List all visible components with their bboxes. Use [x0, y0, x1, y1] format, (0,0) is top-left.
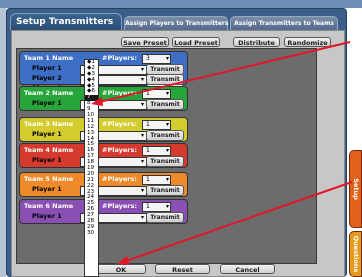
- team-name[interactable]: Team 6 Name: [24, 202, 73, 210]
- chevron-down-icon: ▾: [165, 90, 169, 97]
- players-count-value: 1: [146, 176, 150, 183]
- players-count-value: 1: [146, 121, 150, 128]
- team-name[interactable]: Team 2 Name: [24, 89, 73, 97]
- players-count-label: #Players:: [102, 146, 137, 154]
- transmit-button[interactable]: Transmit: [146, 156, 184, 167]
- transmit-button[interactable]: Transmit: [146, 185, 184, 196]
- team-panel: Team 2 Name #Players: 1 ▾ Player 1 ▾ Transmit: [19, 86, 188, 111]
- players-count-select[interactable]: 1 ▾: [142, 146, 171, 156]
- sidetab-setup[interactable]: Setup: [349, 150, 362, 228]
- chevron-down-icon: ▾: [140, 101, 144, 108]
- player-row: Player 1 ▾ Transmit: [22, 156, 184, 167]
- player-row: Player 1 ▾ Transmit: [22, 212, 184, 223]
- player-label: Player 2: [32, 74, 62, 82]
- player-label: Player 1: [32, 212, 62, 220]
- sidetab-setup-label: Setup: [351, 178, 360, 200]
- window-title-bar: [0, 0, 362, 8]
- players-count-label: #Players:: [102, 89, 137, 97]
- save-preset-button[interactable]: Save Preset: [121, 37, 169, 47]
- team-panel: Team 1 Name #Players: 3 ▾ Player 1 ▾ Transmit P…: [19, 51, 188, 95]
- players-count-value: 1: [146, 203, 150, 210]
- players-count-value: 1: [146, 147, 150, 154]
- chevron-down-icon: ▾: [140, 76, 144, 83]
- ok-button[interactable]: OK: [96, 264, 146, 274]
- player-row: Player 1 ▾ Transmit: [22, 185, 184, 196]
- players-count-select[interactable]: 1 ▾: [142, 89, 171, 99]
- team-panel: Team 3 Name #Players: 1 ▾ Player 1 ▾ Transmit: [19, 117, 188, 142]
- transmit-button[interactable]: Transmit: [146, 212, 184, 223]
- players-count-label: #Players:: [102, 175, 137, 183]
- players-count-select[interactable]: 1 ▾: [142, 202, 171, 212]
- player-row: Player 1 ▾ Transmit: [22, 99, 184, 110]
- chevron-down-icon: ▾: [140, 158, 144, 165]
- team-name[interactable]: Team 1 Name: [24, 54, 73, 62]
- players-count-select[interactable]: 1 ▾: [142, 120, 171, 130]
- players-count-value: 1: [146, 90, 150, 97]
- distribute-button[interactable]: Distribute: [233, 37, 280, 47]
- player-label: Player 1: [32, 130, 62, 138]
- cancel-button[interactable]: Cancel: [220, 264, 275, 274]
- team-name[interactable]: Team 4 Name: [24, 146, 73, 154]
- dropdown-option[interactable]: 30: [85, 229, 98, 237]
- player-label: Player 1: [32, 156, 62, 164]
- dialog-title-tab[interactable]: Setup Transmitters: [10, 13, 122, 30]
- players-count-label: #Players:: [102, 54, 137, 62]
- player-row: Player 1 ▾ Transmit: [22, 64, 184, 75]
- chevron-down-icon: ▾: [140, 66, 144, 73]
- transmit-button[interactable]: Transmit: [146, 130, 184, 141]
- team-name[interactable]: Team 5 Name: [24, 175, 73, 183]
- load-preset-button[interactable]: Load Preset: [172, 37, 220, 47]
- players-count-label: #Players:: [102, 120, 137, 128]
- chevron-down-icon: ▾: [165, 147, 169, 154]
- players-count-label: #Players:: [102, 202, 137, 210]
- team-panel: Team 5 Name #Players: 1 ▾ Player 1 ▾ Transmit: [19, 172, 188, 197]
- randomize-button[interactable]: Randomize: [284, 37, 331, 47]
- players-count-select[interactable]: 3 ▾: [142, 54, 171, 64]
- dropdown-option-label: 6: [91, 88, 95, 95]
- player-label: Player 1: [32, 185, 62, 193]
- chevron-down-icon: ▾: [165, 55, 169, 62]
- player-label: Player 1: [32, 99, 62, 107]
- sidetab-questions-label: Questions: [351, 235, 360, 273]
- chevron-down-icon: ▾: [165, 121, 169, 128]
- chevron-down-icon: ▾: [140, 214, 144, 221]
- chevron-down-icon: ▾: [140, 132, 144, 139]
- reset-button[interactable]: Reset: [155, 264, 210, 274]
- teams-list: Team 1 Name #Players: 3 ▾ Player 1 ▾ Transmit P…: [16, 48, 317, 264]
- players-count-value: 3: [146, 55, 150, 62]
- players-count-dropdown-list[interactable]: ◆1 ◆2 ◆3 ◆4 ◆5 ◆6 7 8 9 10 11 12 13 14 15 16 17 18 19 20 21 2…: [84, 59, 99, 277]
- player-row: Player 2 ▾ Transmit: [22, 74, 184, 85]
- chevron-down-icon: ▾: [165, 176, 169, 183]
- team-panel: Team 4 Name #Players: 1 ▾ Player 1 ▾ Transmit: [19, 143, 188, 168]
- team-panel: Team 6 Name #Players: 1 ▾ Player 1 ▾ Transmit: [19, 199, 188, 224]
- sidetab-questions[interactable]: Questions: [349, 231, 362, 277]
- player-label: Player 1: [32, 64, 62, 72]
- chevron-down-icon: ▾: [165, 203, 169, 210]
- team-name[interactable]: Team 3 Name: [24, 120, 73, 128]
- player-row: Player 1 ▾ Transmit: [22, 130, 184, 141]
- tab-assign-transmitters[interactable]: Assign Transmitters to Teams: [230, 16, 338, 30]
- transmit-button[interactable]: Transmit: [146, 99, 184, 110]
- tab-assign-players[interactable]: Assign Players to Transmitters: [124, 16, 228, 30]
- players-count-select[interactable]: 1 ▾: [142, 175, 171, 185]
- dropdown-option-label: 30: [87, 229, 95, 236]
- chevron-down-icon: ▾: [140, 187, 144, 194]
